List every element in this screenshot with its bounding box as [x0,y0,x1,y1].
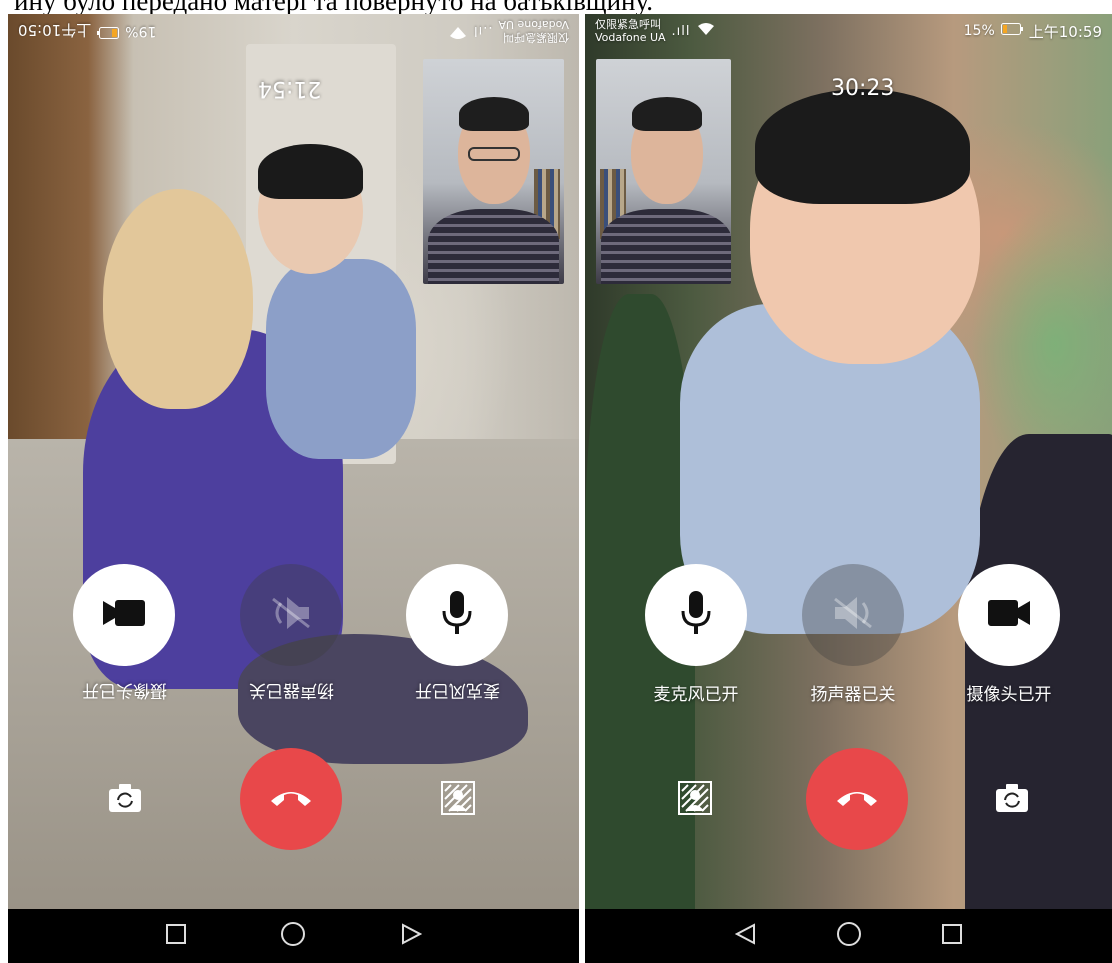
carrier-name: Vodafone UA [595,31,666,44]
wifi-icon [697,22,715,40]
switch-camera-button[interactable] [103,782,147,818]
background-blur-button[interactable] [438,780,478,820]
home-icon[interactable] [836,921,862,951]
battery-icon [97,23,120,39]
status-bar: 仅限紧急呼叫 Vodafone UA .ıll 15% 上午10:59 [585,14,1112,48]
carrier-emergency-text: 仅限紧急呼叫 [503,31,569,44]
self-view-thumbnail[interactable] [423,59,564,284]
microphone-toggle-label: 麦克风已开 [653,685,739,705]
microphone-toggle-label: 麦克风已开 [414,680,500,700]
status-bar: 仅限紧急呼叫 Vodafone UA ..ıl 19% 上午10:50 [8,14,579,48]
speaker-toggle-label: 扬声器已关 [810,685,896,705]
blur-background-icon [441,781,475,819]
status-time: 上午10:50 [18,21,92,40]
carrier-emergency-text: 仅限紧急呼叫 [595,18,661,31]
microphone-icon [442,591,472,639]
video-camera-icon [986,598,1032,632]
hang-up-icon [268,787,314,811]
hang-up-button[interactable] [806,748,908,850]
battery-percentage: 19% [125,23,157,39]
speaker-toggle[interactable]: 扬声器已关 [783,564,923,705]
microphone-toggle[interactable]: 麦克风已开 [387,564,527,705]
call-duration-timer: 21:54 [258,76,322,101]
caption-text: ину було передано матері та повернуто на… [0,0,1112,14]
recent-apps-icon[interactable] [165,923,187,949]
recent-apps-icon[interactable] [941,923,963,949]
camera-toggle[interactable]: 摄像头已开 [939,564,1079,705]
blur-background-icon [678,781,712,819]
signal-icon: .ıll [671,23,691,39]
camera-toggle-label: 摄像头已开 [966,685,1052,705]
navigation-bar [585,909,1112,963]
navigation-bar [8,909,579,963]
battery-percentage: 15% [963,23,995,39]
hang-up-button[interactable] [240,748,342,850]
status-time: 上午10:59 [1028,22,1102,41]
video-camera-icon [101,598,147,632]
wifi-icon [449,22,467,40]
speaker-muted-icon [831,595,875,635]
camera-toggle[interactable]: 摄像头已开 [54,564,194,705]
camera-toggle-label: 摄像头已开 [81,680,167,700]
switch-camera-icon [109,784,141,816]
signal-icon: ..ıl [472,23,493,39]
microphone-icon [681,591,711,639]
self-view-thumbnail[interactable] [596,59,731,284]
hang-up-icon [834,787,880,811]
home-icon[interactable] [280,921,306,951]
back-icon[interactable] [400,923,423,949]
background-blur-button[interactable] [675,780,715,820]
back-icon[interactable] [734,923,757,949]
call-duration-timer: 30:23 [831,76,895,101]
carrier-name: Vodafone UA [498,18,569,31]
speaker-toggle-label: 扬声器已关 [248,680,334,700]
speaker-muted-icon [269,595,313,635]
switch-camera-icon [996,784,1028,816]
left-phone-screen: 仅限紧急呼叫 Vodafone UA ..ıl 19% 上午10:50 21:5… [8,14,579,963]
right-phone-screen: 仅限紧急呼叫 Vodafone UA .ıll 15% 上午10:59 30:2… [585,14,1112,963]
switch-camera-button[interactable] [990,782,1034,818]
battery-icon [1000,23,1023,39]
speaker-toggle[interactable]: 扬声器已关 [221,564,361,705]
microphone-toggle[interactable]: 麦克风已开 [626,564,766,705]
